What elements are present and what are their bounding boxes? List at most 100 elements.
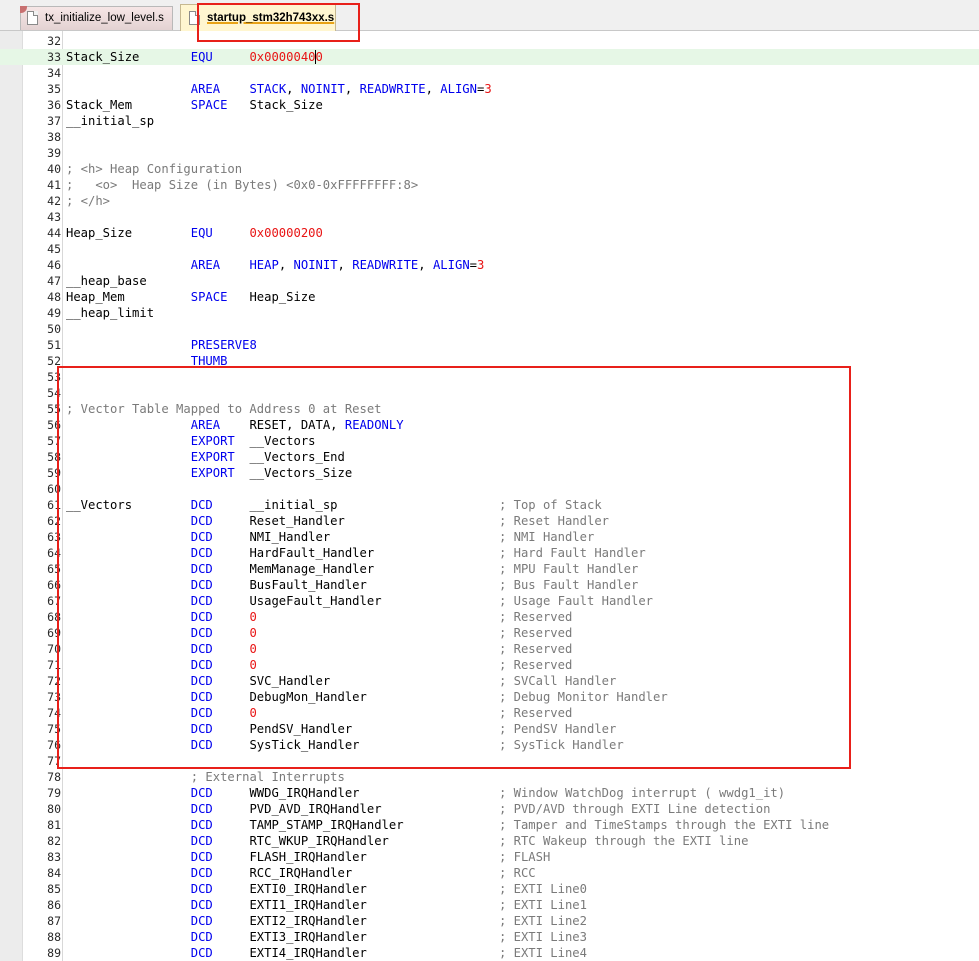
- code-line[interactable]: 45: [0, 241, 979, 257]
- code-line[interactable]: 35 AREA STACK, NOINIT, READWRITE, ALIGN=…: [0, 81, 979, 97]
- line-number: 79: [47, 786, 61, 800]
- code-line[interactable]: 78 ; External Interrupts: [0, 769, 979, 785]
- keyword-token: DCD: [190, 946, 213, 960]
- code-text: ; </h>: [66, 193, 110, 209]
- code-line[interactable]: 34: [0, 65, 979, 81]
- code-line[interactable]: 37 __initial_sp: [0, 113, 979, 129]
- code-line[interactable]: 40 ; <h> Heap Configuration: [0, 161, 979, 177]
- code-text: Heap_Size EQU 0x00000200: [66, 225, 323, 241]
- line-number: 35: [47, 82, 61, 96]
- line-number: 36: [47, 98, 61, 112]
- code-token: TAMP_STAMP_IRQHandler: [212, 818, 499, 832]
- code-line[interactable]: 83 DCD FLASH_IRQHandler ; FLASH: [0, 849, 979, 865]
- code-line[interactable]: 36 Stack_Mem SPACE Stack_Size: [0, 97, 979, 113]
- line-number: 55: [47, 402, 61, 416]
- code-line[interactable]: 44 Heap_Size EQU 0x00000200: [0, 225, 979, 241]
- code-line[interactable]: 81 DCD TAMP_STAMP_IRQHandler ; Tamper an…: [0, 817, 979, 833]
- text-caret: [315, 50, 316, 64]
- comment-token: ; <h> Heap Configuration: [66, 162, 243, 176]
- keyword-token: STACK: [249, 82, 287, 96]
- line-number: 60: [47, 482, 61, 496]
- line-number: 84: [47, 866, 61, 880]
- code-token: RCC_IRQHandler: [212, 866, 499, 880]
- code-token: EXTI2_IRQHandler: [212, 914, 499, 928]
- line-number: 40: [47, 162, 61, 176]
- line-number: 68: [47, 610, 61, 624]
- line-number: 88: [47, 930, 61, 944]
- tab-tx-initialize-low-level[interactable]: tx_initialize_low_level.s: [20, 6, 173, 30]
- code-line[interactable]: 86 DCD EXTI1_IRQHandler ; EXTI Line1: [0, 897, 979, 913]
- keyword-token: DCD: [190, 930, 213, 944]
- code-line[interactable]: 39: [0, 145, 979, 161]
- keyword-token: AREA: [190, 258, 221, 272]
- code-text: DCD EXTI4_IRQHandler ; EXTI Line4: [66, 945, 587, 961]
- code-text: __heap_limit: [66, 305, 154, 321]
- code-line[interactable]: 80 DCD PVD_AVD_IRQHandler ; PVD/AVD thro…: [0, 801, 979, 817]
- keyword-token: EQU: [190, 50, 213, 64]
- code-line[interactable]: 33 Stack_Size EQU 0x00000400: [0, 49, 979, 65]
- line-number: 77: [47, 754, 61, 768]
- code-text: DCD EXTI1_IRQHandler ; EXTI Line1: [66, 897, 587, 913]
- code-line[interactable]: 50: [0, 321, 979, 337]
- code-token: ,: [344, 82, 360, 96]
- code-text: AREA HEAP, NOINIT, READWRITE, ALIGN=3: [66, 257, 485, 273]
- line-number: 52: [47, 354, 61, 368]
- code-token: ,: [337, 258, 353, 272]
- keyword-token: SPACE: [190, 290, 228, 304]
- code-token: Stack_Mem: [66, 98, 191, 112]
- code-token: FLASH_IRQHandler: [212, 850, 499, 864]
- code-line[interactable]: 87 DCD EXTI2_IRQHandler ; EXTI Line2: [0, 913, 979, 929]
- code-line[interactable]: 85 DCD EXTI0_IRQHandler ; EXTI Line0: [0, 881, 979, 897]
- code-line[interactable]: 48 Heap_Mem SPACE Heap_Size: [0, 289, 979, 305]
- comment-token: ; Window WatchDog interrupt ( wwdg1_it): [498, 786, 786, 800]
- line-number: 76: [47, 738, 61, 752]
- line-number: 85: [47, 882, 61, 896]
- keyword-token: DCD: [190, 898, 213, 912]
- line-number: 75: [47, 722, 61, 736]
- code-line[interactable]: 51 PRESERVE8: [0, 337, 979, 353]
- code-line[interactable]: 46 AREA HEAP, NOINIT, READWRITE, ALIGN=3: [0, 257, 979, 273]
- comment-token: ; RCC: [498, 866, 536, 880]
- line-number: 33: [47, 50, 61, 64]
- line-number: 65: [47, 562, 61, 576]
- keyword-token: EQU: [190, 226, 213, 240]
- keyword-token: DCD: [190, 882, 213, 896]
- code-line[interactable]: 41 ; <o> Heap Size (in Bytes) <0x0-0xFFFF…: [0, 177, 979, 193]
- comment-token: ; FLASH: [498, 850, 551, 864]
- code-line[interactable]: 79 DCD WWDG_IRQHandler ; Window WatchDog…: [0, 785, 979, 801]
- tab-bar: tx_initialize_low_level.s startup_stm32h…: [0, 0, 979, 31]
- line-number: 61: [47, 498, 61, 512]
- code-token: EXTI3_IRQHandler: [212, 930, 499, 944]
- code-line[interactable]: 82 DCD RTC_WKUP_IRQHandler ; RTC Wakeup …: [0, 833, 979, 849]
- line-number: 44: [47, 226, 61, 240]
- code-line[interactable]: 32: [0, 33, 979, 49]
- code-line[interactable]: 49 __heap_limit: [0, 305, 979, 321]
- code-text: DCD FLASH_IRQHandler ; FLASH: [66, 849, 551, 865]
- code-line[interactable]: 47 __heap_base: [0, 273, 979, 289]
- keyword-token: DCD: [190, 802, 213, 816]
- keyword-token: READWRITE: [352, 258, 419, 272]
- comment-token: ; EXTI Line3: [498, 930, 587, 944]
- code-line[interactable]: 89 DCD EXTI4_IRQHandler ; EXTI Line4: [0, 945, 979, 961]
- code-line[interactable]: 42 ; </h>: [0, 193, 979, 209]
- line-number: 66: [47, 578, 61, 592]
- keyword-token: NOINIT: [293, 258, 338, 272]
- code-line[interactable]: 88 DCD EXTI3_IRQHandler ; EXTI Line3: [0, 929, 979, 945]
- code-text: __initial_sp: [66, 113, 154, 129]
- vector-table-highlight-box: [57, 366, 851, 769]
- code-token: PVD_AVD_IRQHandler: [212, 802, 499, 816]
- code-token: __heap_base: [66, 274, 147, 288]
- code-line[interactable]: 43: [0, 209, 979, 225]
- code-text: DCD WWDG_IRQHandler ; Window WatchDog in…: [66, 785, 785, 801]
- code-line[interactable]: 84 DCD RCC_IRQHandler ; RCC: [0, 865, 979, 881]
- code-text: ; External Interrupts: [66, 769, 345, 785]
- line-number: 48: [47, 290, 61, 304]
- number-token: 0x00000400: [249, 50, 323, 64]
- code-line[interactable]: 38: [0, 129, 979, 145]
- line-number: 43: [47, 210, 61, 224]
